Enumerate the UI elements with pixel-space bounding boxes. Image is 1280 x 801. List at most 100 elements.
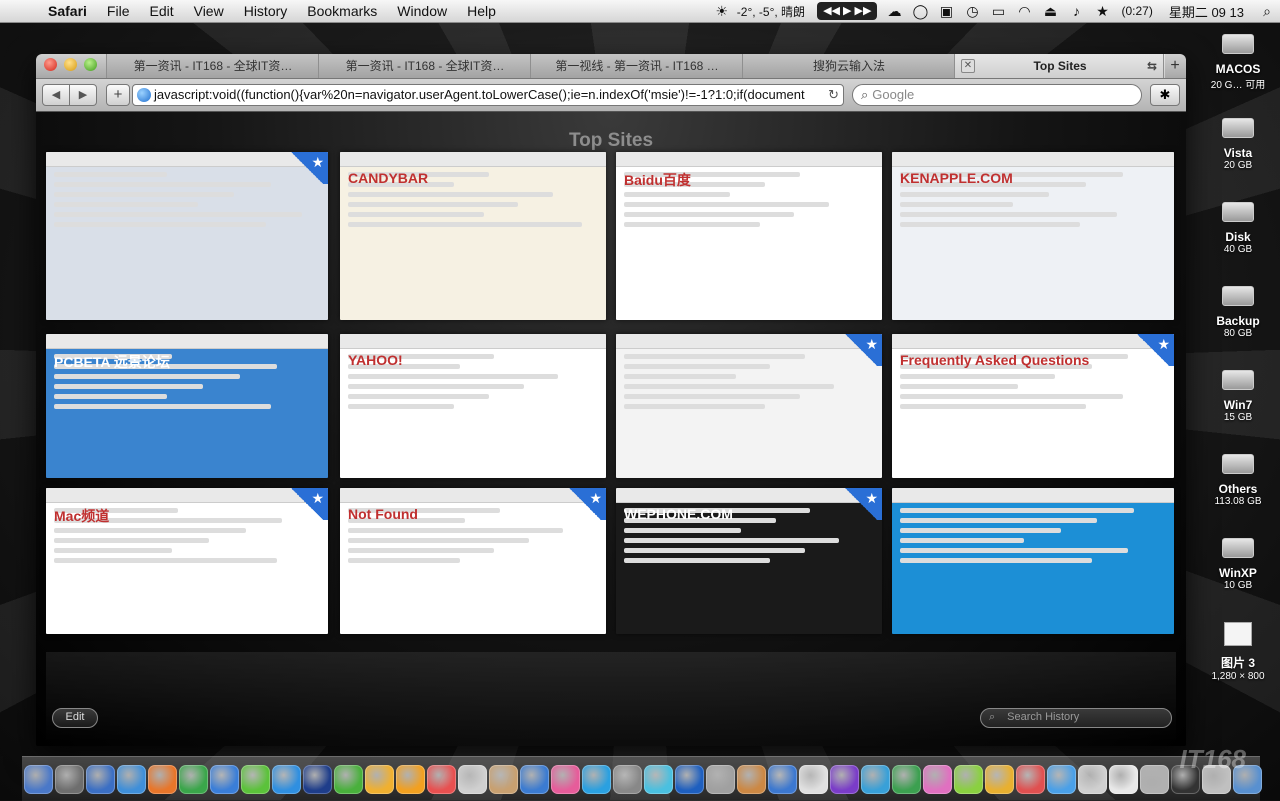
close-window-button[interactable] [44, 58, 57, 71]
menu-edit[interactable]: Edit [139, 3, 183, 19]
tab-4[interactable]: 搜狗云输入法 [742, 54, 955, 78]
top-site-thumbnail[interactable]: ★ [46, 152, 328, 320]
dock-app-icon[interactable] [1140, 764, 1169, 794]
dock-app-icon[interactable] [458, 764, 487, 794]
menu-help[interactable]: Help [457, 3, 506, 19]
display-icon[interactable]: ▭ [985, 3, 1011, 20]
dock-app-icon[interactable] [24, 764, 53, 794]
dock-app-icon[interactable] [737, 764, 766, 794]
dock-app-icon[interactable] [1109, 764, 1138, 794]
dock-app-icon[interactable] [55, 764, 84, 794]
address-field[interactable]: javascript:void((function(){var%20n=navi… [132, 84, 844, 106]
dock-app-icon[interactable] [799, 764, 828, 794]
desktop-disk-icon[interactable]: Vista 20 GB [1196, 118, 1280, 171]
tab-close-icon[interactable]: ✕ [961, 59, 975, 73]
dock-app-icon[interactable] [923, 764, 952, 794]
back-button[interactable]: ◀ [42, 84, 70, 106]
dock-app-icon[interactable] [644, 764, 673, 794]
desktop-disk-icon[interactable]: Others 113.08 GB [1196, 454, 1280, 507]
star-badge-icon[interactable]: ★ [840, 488, 882, 520]
dock-app-icon[interactable] [520, 764, 549, 794]
menubar-clock[interactable]: 星期二 09 13 [1159, 2, 1254, 21]
dock-app-icon[interactable] [551, 764, 580, 794]
menu-window[interactable]: Window [387, 3, 457, 19]
top-site-thumbnail[interactable]: ★ [616, 334, 882, 478]
menu-app-name[interactable]: Safari [38, 3, 97, 19]
top-site-thumbnail[interactable]: KENAPPLE.COM [892, 152, 1174, 320]
desktop-disk-icon[interactable]: MACOS 20 G… 可用 [1196, 34, 1280, 91]
top-site-thumbnail[interactable]: Not Found ★ [340, 488, 606, 634]
star-badge-icon[interactable]: ★ [286, 152, 328, 184]
star-badge-icon[interactable]: ★ [840, 334, 882, 366]
dock-app-icon[interactable] [303, 764, 332, 794]
desktop-disk-icon[interactable]: Win7 15 GB [1196, 370, 1280, 423]
dock-app-icon[interactable] [675, 764, 704, 794]
dock-app-icon[interactable] [613, 764, 642, 794]
dock-app-icon[interactable] [427, 764, 456, 794]
top-site-thumbnail[interactable]: YAHOO! [340, 334, 606, 478]
menu-view[interactable]: View [184, 3, 234, 19]
top-site-thumbnail[interactable] [892, 488, 1174, 634]
desktop-disk-icon[interactable]: 图片 3 1,280 × 800 [1196, 622, 1280, 682]
dock-app-icon[interactable] [706, 764, 735, 794]
reload-icon[interactable]: ↻ [824, 85, 839, 105]
dock-app-icon[interactable] [1078, 764, 1107, 794]
volume-icon[interactable]: ♪ [1063, 3, 1089, 19]
cloud-icon[interactable]: ☁ [881, 3, 907, 20]
dock-app-icon[interactable] [210, 764, 239, 794]
desktop-disk-icon[interactable]: Backup 80 GB [1196, 286, 1280, 339]
add-bookmark-button[interactable]: + [106, 84, 130, 106]
tab-2[interactable]: 第一资讯 - IT168 - 全球IT资… [318, 54, 531, 78]
dock-app-icon[interactable] [241, 764, 270, 794]
dock-app-icon[interactable] [1016, 764, 1045, 794]
dock-app-icon[interactable] [179, 764, 208, 794]
dock-app-icon[interactable] [861, 764, 890, 794]
media-controls[interactable]: ◀◀ ▶ ▶▶ [817, 2, 878, 20]
input-method-icon[interactable]: ▣ [933, 3, 959, 20]
weather-sun-icon[interactable]: ☀ [709, 3, 735, 20]
top-site-thumbnail[interactable]: PCBETA 远景论坛 [46, 334, 328, 478]
star-icon[interactable]: ★ [1089, 3, 1115, 20]
search-history-field[interactable]: ⌕ Search History [980, 708, 1172, 728]
dock-app-icon[interactable] [954, 764, 983, 794]
new-tab-button[interactable]: + [1163, 54, 1186, 78]
menu-file[interactable]: File [97, 3, 140, 19]
dock-app-icon[interactable] [334, 764, 363, 794]
wifi-icon[interactable]: ◠ [1011, 3, 1037, 20]
spotlight-icon[interactable]: ⌕ [1254, 3, 1280, 20]
menu-bookmarks[interactable]: Bookmarks [297, 3, 387, 19]
minimize-window-button[interactable] [64, 58, 77, 71]
dock-app-icon[interactable] [86, 764, 115, 794]
edit-button[interactable]: Edit [52, 708, 98, 728]
battery-status[interactable]: (0:27) [1115, 4, 1158, 18]
tab-overflow-icon[interactable]: ⇆ [1147, 54, 1157, 78]
desktop-disk-icon[interactable]: Disk 40 GB [1196, 202, 1280, 255]
google-search-field[interactable]: ⌕ Google [852, 84, 1142, 106]
star-badge-icon[interactable]: ★ [286, 488, 328, 520]
dock-app-icon[interactable] [582, 764, 611, 794]
dock-app-icon[interactable] [365, 764, 394, 794]
top-site-thumbnail[interactable]: WEPHONE.COM ★ [616, 488, 882, 634]
zoom-window-button[interactable] [84, 58, 97, 71]
dock-app-icon[interactable] [148, 764, 177, 794]
dock-app-icon[interactable] [830, 764, 859, 794]
desktop-disk-icon[interactable]: WinXP 10 GB [1196, 538, 1280, 591]
dock-app-icon[interactable] [117, 764, 146, 794]
top-site-thumbnail[interactable]: Baidu百度 [616, 152, 882, 320]
star-badge-icon[interactable]: ★ [564, 488, 606, 520]
top-site-thumbnail[interactable]: Mac频道 ★ [46, 488, 328, 634]
tab-top-sites[interactable]: ✕ Top Sites ⇆ [954, 54, 1165, 78]
bug-report-button[interactable]: ✱ [1150, 84, 1180, 106]
tab-1[interactable]: 第一资讯 - IT168 - 全球IT资… [106, 54, 319, 78]
dock-app-icon[interactable] [892, 764, 921, 794]
dock-app-icon[interactable] [985, 764, 1014, 794]
eject-icon[interactable]: ⏏ [1037, 3, 1063, 20]
dock-app-icon[interactable] [489, 764, 518, 794]
star-badge-icon[interactable]: ★ [1132, 334, 1174, 366]
dock-app-icon[interactable] [396, 764, 425, 794]
forward-button[interactable]: ▶ [70, 84, 97, 106]
menu-history[interactable]: History [234, 3, 298, 19]
dock-app-icon[interactable] [768, 764, 797, 794]
chat-icon[interactable]: ◯ [907, 3, 933, 20]
dock-app-icon[interactable] [272, 764, 301, 794]
